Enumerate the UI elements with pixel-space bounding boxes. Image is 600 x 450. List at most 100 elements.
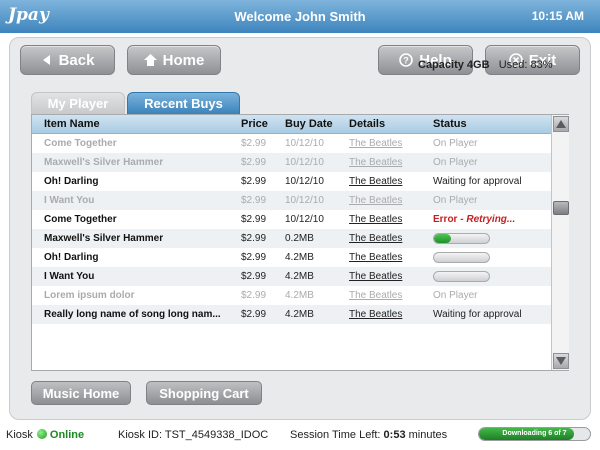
item-status-error: Error - Retrying...: [433, 214, 515, 225]
item-status: On Player: [433, 157, 478, 168]
session-time: Session Time Left: 0:53 minutes: [290, 429, 447, 441]
download-status-text: Downloading 6 of 7: [502, 430, 567, 437]
online-dot-icon: [36, 429, 47, 439]
item-details-link[interactable]: The Beatles: [349, 176, 402, 187]
item-price: $2.99: [241, 290, 267, 301]
item-price: $2.99: [241, 214, 267, 225]
recent-buys-table: Item Name Price Buy Date Details Status …: [31, 114, 569, 371]
download-progress-bar: [433, 233, 490, 244]
item-name: I Want You: [44, 271, 95, 282]
item-price: $2.99: [241, 195, 267, 206]
item-price: $2.99: [241, 233, 267, 244]
item-name: Lorem ipsum dolor: [44, 290, 135, 301]
item-buy-date: 10/12/10: [285, 138, 324, 149]
table-row[interactable]: Maxwell's Silver Hammer $2.99 10/12/10 T…: [32, 153, 551, 172]
scroll-up-button[interactable]: [553, 116, 569, 132]
item-buy-date: 10/12/10: [285, 214, 324, 225]
item-status: Waiting for approval: [433, 176, 522, 187]
item-price: $2.99: [241, 309, 267, 320]
music-home-button[interactable]: Music Home: [31, 381, 131, 405]
item-price: $2.99: [241, 176, 267, 187]
item-name: Maxwell's Silver Hammer: [44, 157, 164, 168]
table-row[interactable]: Lorem ipsum dolor $2.99 4.2MB The Beatle…: [32, 286, 551, 305]
item-size: 4.2MB: [285, 271, 314, 282]
scroll-thumb[interactable]: [553, 201, 569, 215]
item-name: Come Together: [44, 138, 117, 149]
item-size: 4.2MB: [285, 309, 314, 320]
item-name: Maxwell's Silver Hammer: [44, 233, 164, 244]
item-details-link[interactable]: The Beatles: [349, 271, 402, 282]
item-price: $2.99: [241, 138, 267, 149]
item-buy-date: 10/12/10: [285, 176, 324, 187]
back-label: Back: [58, 51, 95, 69]
item-status: Waiting for approval: [433, 309, 522, 320]
item-size: 4.2MB: [285, 252, 314, 263]
item-details-link[interactable]: The Beatles: [349, 252, 402, 263]
item-name: Really long name of song long nam...: [44, 309, 221, 320]
capacity-indicator: Capacity 4GB Used: 83%: [418, 59, 553, 71]
item-details-link[interactable]: The Beatles: [349, 233, 402, 244]
shopping-cart-button[interactable]: Shopping Cart: [146, 381, 262, 405]
item-details-link[interactable]: The Beatles: [349, 195, 402, 206]
table-row[interactable]: Come Together $2.99 10/12/10 The Beatles…: [32, 210, 551, 229]
item-details-link[interactable]: The Beatles: [349, 214, 402, 225]
table-row[interactable]: I Want You $2.99 10/12/10 The Beatles On…: [32, 191, 551, 210]
scroll-down-button[interactable]: [553, 353, 569, 369]
status-bar: Kiosk Online Kiosk ID: TST_4549338_IDOC S…: [0, 422, 600, 450]
help-icon: ?: [399, 53, 414, 67]
item-name: Oh! Darling: [44, 252, 99, 263]
item-price: $2.99: [241, 271, 267, 282]
column-header-status: Status: [433, 118, 467, 130]
session-label: Session Time Left:: [290, 429, 384, 441]
top-bar: Jpay Welcome John Smith 10:15 AM: [0, 0, 600, 33]
item-name: I Want You: [44, 195, 95, 206]
column-header-item-name: Item Name: [44, 118, 100, 130]
vertical-scrollbar[interactable]: [551, 115, 569, 370]
item-size: 4.2MB: [285, 290, 314, 301]
capacity-label: Capacity 4GB: [418, 59, 490, 71]
download-status-bar: Downloading 6 of 7: [478, 427, 591, 441]
table-body: Come Together $2.99 10/12/10 The Beatles…: [32, 134, 551, 324]
back-button[interactable]: Back: [20, 45, 115, 75]
column-header-buy-date: Buy Date: [285, 118, 333, 130]
clock: 10:15 AM: [531, 9, 584, 23]
item-details-link[interactable]: The Beatles: [349, 290, 402, 301]
error-label: Error -: [433, 214, 467, 225]
item-size: 0.2MB: [285, 233, 314, 244]
session-time-value: 0:53: [383, 429, 406, 441]
column-header-price: Price: [241, 118, 268, 130]
tab-recent-buys[interactable]: Recent Buys: [127, 92, 240, 114]
triangle-up-icon: [556, 120, 566, 128]
column-header-details: Details: [349, 118, 386, 130]
item-status: On Player: [433, 195, 478, 206]
retrying-label: Retrying...: [466, 214, 516, 225]
download-progress-bar: [433, 271, 490, 282]
download-progress-bar: [433, 252, 490, 263]
welcome-message: Welcome John Smith: [234, 9, 366, 24]
kiosk-label: Kiosk: [6, 429, 33, 441]
session-unit: minutes: [405, 429, 448, 441]
item-buy-date: 10/12/10: [285, 157, 324, 168]
capacity-used: Used: 83%: [498, 59, 553, 71]
online-status: Online: [49, 429, 85, 441]
item-details-link[interactable]: The Beatles: [349, 309, 402, 320]
table-header: Item Name Price Buy Date Details Status: [32, 115, 551, 134]
item-status: On Player: [433, 138, 478, 149]
home-button[interactable]: Home: [127, 45, 221, 75]
table-row[interactable]: Really long name of song long nam... $2.…: [32, 305, 551, 324]
table-row[interactable]: Oh! Darling $2.99 4.2MB The Beatles: [32, 248, 551, 267]
triangle-down-icon: [556, 357, 566, 365]
item-name: Come Together: [44, 214, 117, 225]
item-name: Oh! Darling: [44, 176, 99, 187]
home-label: Home: [162, 51, 205, 69]
table-row[interactable]: Maxwell's Silver Hammer $2.99 0.2MB The …: [32, 229, 551, 248]
item-buy-date: 10/12/10: [285, 195, 324, 206]
table-row[interactable]: I Want You $2.99 4.2MB The Beatles: [32, 267, 551, 286]
item-details-link[interactable]: The Beatles: [349, 138, 402, 149]
table-row[interactable]: Oh! Darling $2.99 10/12/10 The Beatles W…: [32, 172, 551, 191]
table-row[interactable]: Come Together $2.99 10/12/10 The Beatles…: [32, 134, 551, 153]
kiosk-status: Kiosk Online: [6, 429, 84, 441]
item-details-link[interactable]: The Beatles: [349, 157, 402, 168]
item-status: On Player: [433, 290, 478, 301]
tab-my-player[interactable]: My Player: [31, 92, 125, 114]
